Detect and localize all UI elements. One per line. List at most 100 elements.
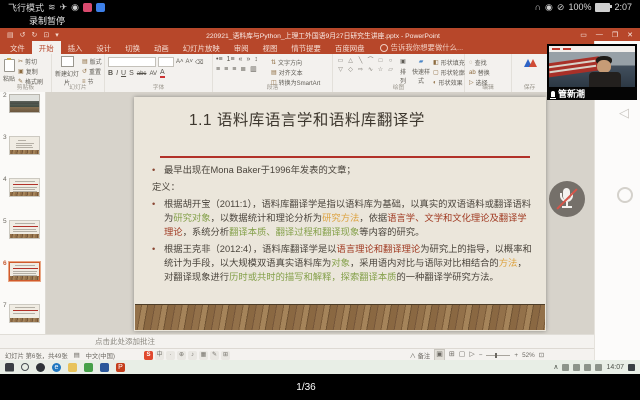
shape-star-icon[interactable]: ☆ <box>376 66 385 74</box>
indent-increase-icon[interactable]: » <box>246 56 250 63</box>
notification-center-icon[interactable] <box>628 364 635 371</box>
ime-pen-icon[interactable]: ✎ <box>210 351 219 360</box>
reading-view-button[interactable]: ▢ <box>459 350 466 360</box>
green-app-icon[interactable] <box>84 363 93 372</box>
thumbnail[interactable] <box>9 262 40 281</box>
tab-file[interactable]: 文件 <box>3 41 32 54</box>
tab-view[interactable]: 视图 <box>256 41 285 54</box>
tab-animations[interactable]: 动画 <box>147 41 176 54</box>
save-icon[interactable]: ▤ <box>7 31 14 39</box>
line-spacing-icon[interactable]: ↕ <box>254 56 258 63</box>
bullets-icon[interactable]: •≡ <box>216 56 223 63</box>
ime-keyboard-icon[interactable]: ▦ <box>199 351 208 360</box>
shape-arc-icon[interactable]: ⌒ <box>366 57 375 65</box>
strikethrough-button[interactable]: abc <box>137 71 147 77</box>
sogou-logo-icon[interactable]: S <box>144 351 153 360</box>
slide-body[interactable]: • 最早出现在Mona Baker于1996年发表的文章； 定义： • 根据胡开… <box>152 164 533 288</box>
thumbnail-slide-7[interactable]: 7 <box>0 302 45 334</box>
tab-review[interactable]: 审阅 <box>227 41 256 54</box>
italic-button[interactable]: I <box>116 70 118 77</box>
spellcheck-icon[interactable]: ▤ <box>74 352 80 359</box>
taskbar-clock[interactable]: 14:07 <box>606 364 624 371</box>
font-size-input[interactable] <box>158 57 174 67</box>
tab-transitions[interactable]: 切换 <box>118 41 147 54</box>
qat-customize-icon[interactable]: ▾ <box>55 31 59 39</box>
columns-icon[interactable]: ▥ <box>250 65 257 73</box>
text-direction-button[interactable]: ⇅文字方向 <box>271 58 320 67</box>
shape-curve-icon[interactable]: ∿ <box>366 66 375 74</box>
ime-toolbar[interactable]: S 中 · ⊕ ♪ ▦ ✎ ⊞ <box>144 350 230 360</box>
align-center-icon[interactable]: ≡ <box>224 66 228 73</box>
align-right-icon[interactable]: ≡ <box>232 66 236 73</box>
shape-parallelogram-icon[interactable]: ▱ <box>386 66 395 74</box>
slide-sorter-button[interactable]: ⊞ <box>449 350 455 360</box>
blue-app-icon[interactable] <box>100 363 109 372</box>
thumbnail-slide-4[interactable]: 4 <box>0 176 45 218</box>
numbering-icon[interactable]: 1≡ <box>227 56 235 63</box>
minimize-button[interactable]: — <box>596 31 603 39</box>
ime-punctuation-icon[interactable]: · <box>166 351 175 360</box>
shape-outline-button[interactable]: ▢形状轮廓 <box>433 68 465 77</box>
thumbnail[interactable] <box>9 136 40 155</box>
slideshow-button[interactable]: ▷ <box>469 350 474 360</box>
shape-triangle-down-icon[interactable]: ▽ <box>336 66 345 74</box>
shrink-font-icon[interactable]: A˅ <box>186 59 194 65</box>
thumbnail-slide-5[interactable]: 5 <box>0 218 45 260</box>
thumbnail-photo[interactable] <box>9 94 40 113</box>
mute-toggle-button[interactable] <box>549 181 585 217</box>
tray-expand-icon[interactable]: ∧ <box>553 363 558 371</box>
start-from-beginning-icon[interactable]: ⊡ <box>43 31 49 39</box>
slide-canvas[interactable]: 1.1 语料库语言学和语料库翻译学 • 最早出现在Mona Baker于1996… <box>134 97 546 331</box>
shape-fill-button[interactable]: ◧形状填充 <box>433 58 465 67</box>
tray-network-icon[interactable] <box>584 364 591 371</box>
shape-circle-icon[interactable]: ○ <box>386 57 395 65</box>
zoom-slider[interactable] <box>486 355 510 356</box>
cut-button[interactable]: ✂剪切 <box>18 57 43 66</box>
fit-to-window-icon[interactable]: ⊡ <box>539 352 544 359</box>
tab-insert[interactable]: 插入 <box>61 41 90 54</box>
font-name-input[interactable] <box>108 57 156 67</box>
maximize-button[interactable]: ❐ <box>612 31 618 39</box>
copy-button[interactable]: ▣复制 <box>18 67 43 76</box>
tray-mic-icon[interactable] <box>562 364 569 371</box>
tab-slideshow[interactable]: 幻灯片放映 <box>176 41 227 54</box>
thumbnail[interactable] <box>9 304 40 323</box>
search-icon[interactable] <box>21 363 29 371</box>
notes-bar[interactable]: 点击此处添加批注 <box>0 334 640 349</box>
shape-line-icon[interactable]: ╲ <box>356 57 365 65</box>
ime-mode-icon[interactable]: 中 <box>155 351 164 360</box>
grow-font-icon[interactable]: A˄ <box>176 59 184 65</box>
tray-volume-icon[interactable] <box>573 364 580 371</box>
find-button[interactable]: ◌查找 <box>469 58 511 67</box>
undo-icon[interactable]: ↺ <box>20 31 26 39</box>
shape-arrow-icon[interactable]: ⇨ <box>356 66 365 74</box>
close-button[interactable]: ✕ <box>627 31 633 39</box>
powerpoint-taskbar-icon[interactable]: P <box>116 363 125 372</box>
start-button-icon[interactable] <box>5 363 14 372</box>
layout-button[interactable]: ▤版式 <box>82 57 102 66</box>
ribbon-display-icon[interactable]: ▭ <box>580 31 587 39</box>
redo-icon[interactable]: ↻ <box>32 31 38 39</box>
indent-decrease-icon[interactable]: « <box>239 56 243 63</box>
ime-settings-icon[interactable]: ⊕ <box>177 351 186 360</box>
shadow-button[interactable]: S <box>129 70 134 77</box>
clear-format-icon[interactable]: ⌫ <box>195 59 203 66</box>
edge-browser-icon[interactable]: e <box>52 363 61 372</box>
tray-pen-icon[interactable] <box>595 364 602 371</box>
justify-icon[interactable]: ≣ <box>240 65 246 73</box>
thumbnail-slide-2[interactable]: 2 <box>0 92 45 134</box>
thumbnail-slide-6-selected[interactable]: 6 <box>0 260 45 302</box>
floating-ring-button[interactable] <box>617 187 633 203</box>
char-spacing-button[interactable]: AV <box>149 71 157 77</box>
ime-mic-icon[interactable]: ♪ <box>188 351 197 360</box>
zoom-out-button[interactable]: − <box>479 352 483 359</box>
tab-storyboard[interactable]: 情节提要 <box>284 41 328 54</box>
save-to-baidu-button[interactable] <box>512 58 547 67</box>
tab-home[interactable]: 开始 <box>32 41 61 54</box>
thumbnail[interactable] <box>9 220 40 239</box>
slide-thumbnail-panel[interactable]: 2 3 4 <box>0 92 46 334</box>
slide-title[interactable]: 1.1 语料库语言学和语料库翻译学 <box>189 108 425 130</box>
zoom-level[interactable]: 52% <box>522 352 535 359</box>
file-explorer-icon[interactable] <box>68 363 77 372</box>
tab-baidu-netdisk[interactable]: 百度网盘 <box>328 41 372 54</box>
